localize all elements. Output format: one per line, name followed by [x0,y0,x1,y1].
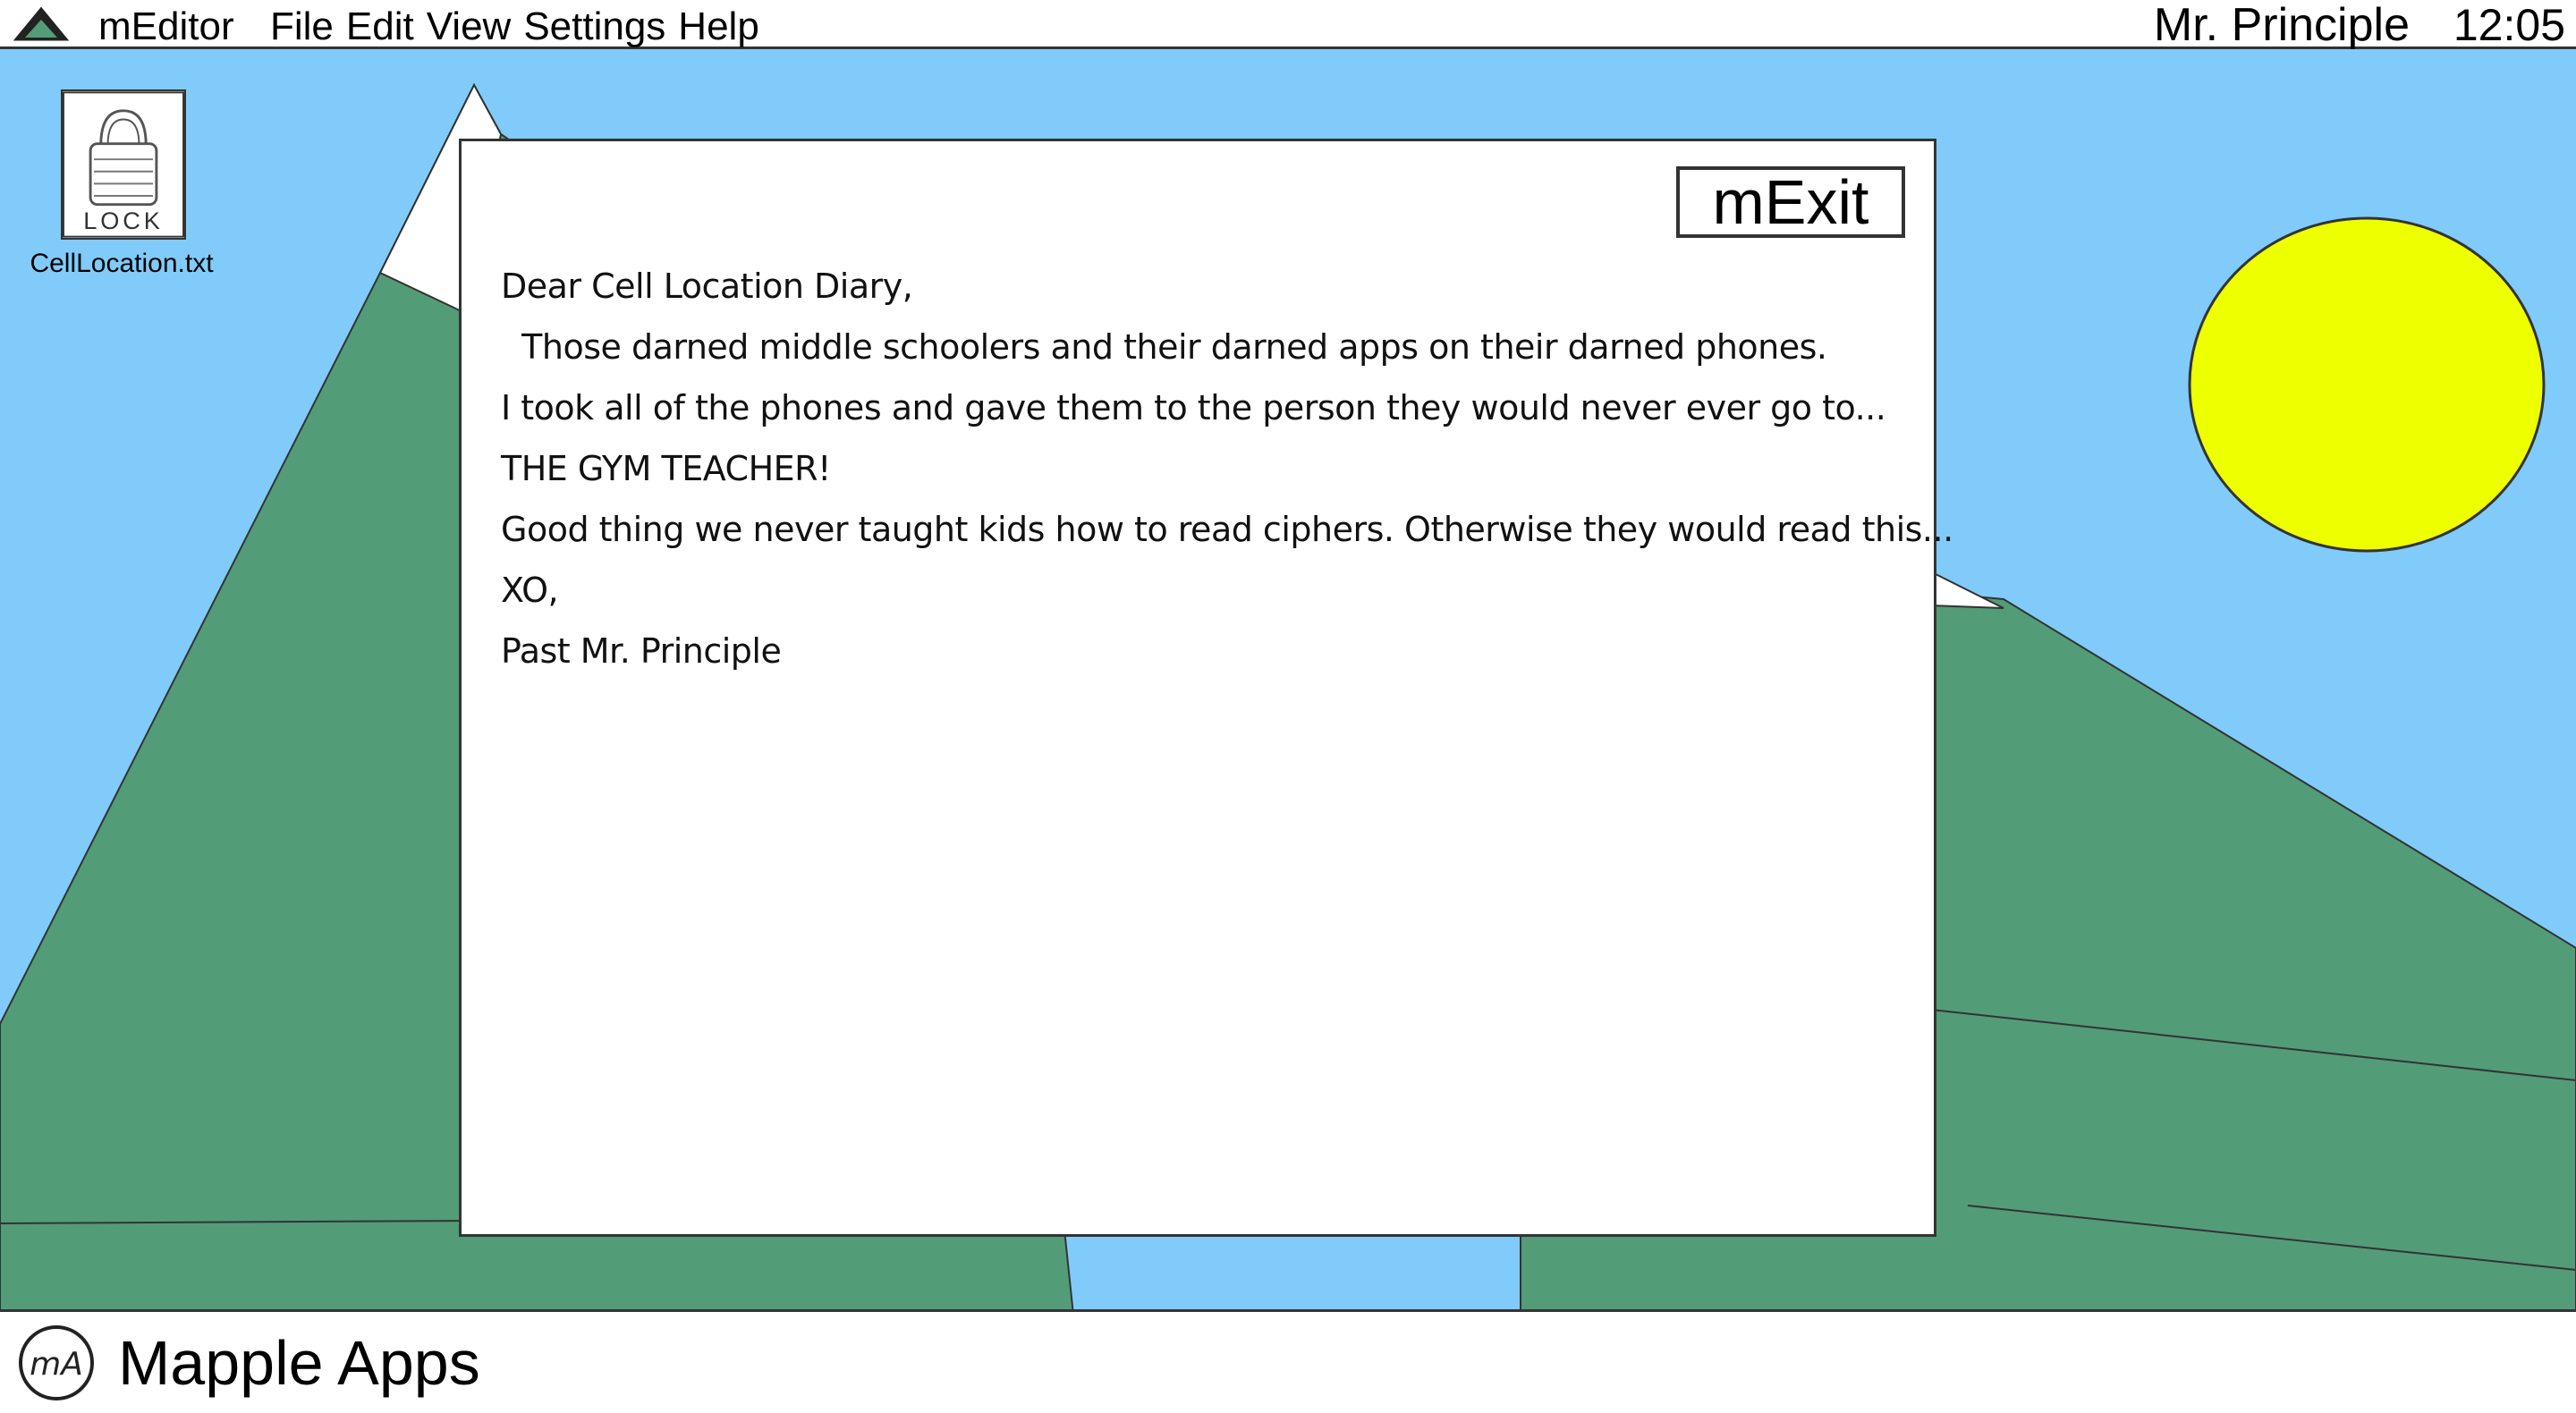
triangle-logo-icon[interactable] [13,5,70,41]
menu-file[interactable]: File [270,2,334,52]
mapple-logo-icon[interactable]: mA [16,1323,97,1403]
menu-help[interactable]: Help [678,2,759,52]
sun [2188,216,2546,553]
app-name[interactable]: mEditor [98,2,234,52]
document-text[interactable]: Dear Cell Location Diary, Those darned m… [501,256,1953,681]
text-line: THE GYM TEACHER! [501,449,831,488]
text-line: Past Mr. Principle [501,631,782,671]
menu-bar: mEditor File Edit View Settings Help Mr.… [0,0,2576,52]
text-line: Dear Cell Location Diary, [501,267,913,306]
text-line: Good thing we never taught kids how to r… [501,510,1953,549]
lock-icon[interactable]: LOCK [61,89,186,240]
exit-button[interactable]: mExit [1676,166,1905,238]
text-line: Those darned middle schoolers and their … [501,327,1827,367]
desktop: LOCK CellLocation.txt mExit Dear Cell Lo… [0,49,2576,1312]
dock-label[interactable]: Mapple Apps [118,1323,480,1403]
file-name-label[interactable]: CellLocation.txt [16,249,227,279]
menu-items: File Edit View Settings Help [270,2,772,52]
mapple-logo-text: mA [30,1346,83,1383]
menu-settings[interactable]: Settings [523,2,665,52]
menu-view[interactable]: View [427,2,512,52]
clock[interactable]: 12:05 [2453,0,2565,50]
menu-edit[interactable]: Edit [346,2,414,52]
user-name[interactable]: Mr. Principle [2154,0,2410,50]
editor-window: mExit Dear Cell Location Diary, Those da… [459,139,1953,1237]
lock-thumb-label: LOCK [83,207,164,234]
dock: mA Mapple Apps [0,1312,2576,1413]
desktop-file-icon[interactable]: LOCK CellLocation.txt [16,89,227,279]
text-line: XO, [501,571,559,610]
text-line: I took all of the phones and gave them t… [501,388,1886,427]
